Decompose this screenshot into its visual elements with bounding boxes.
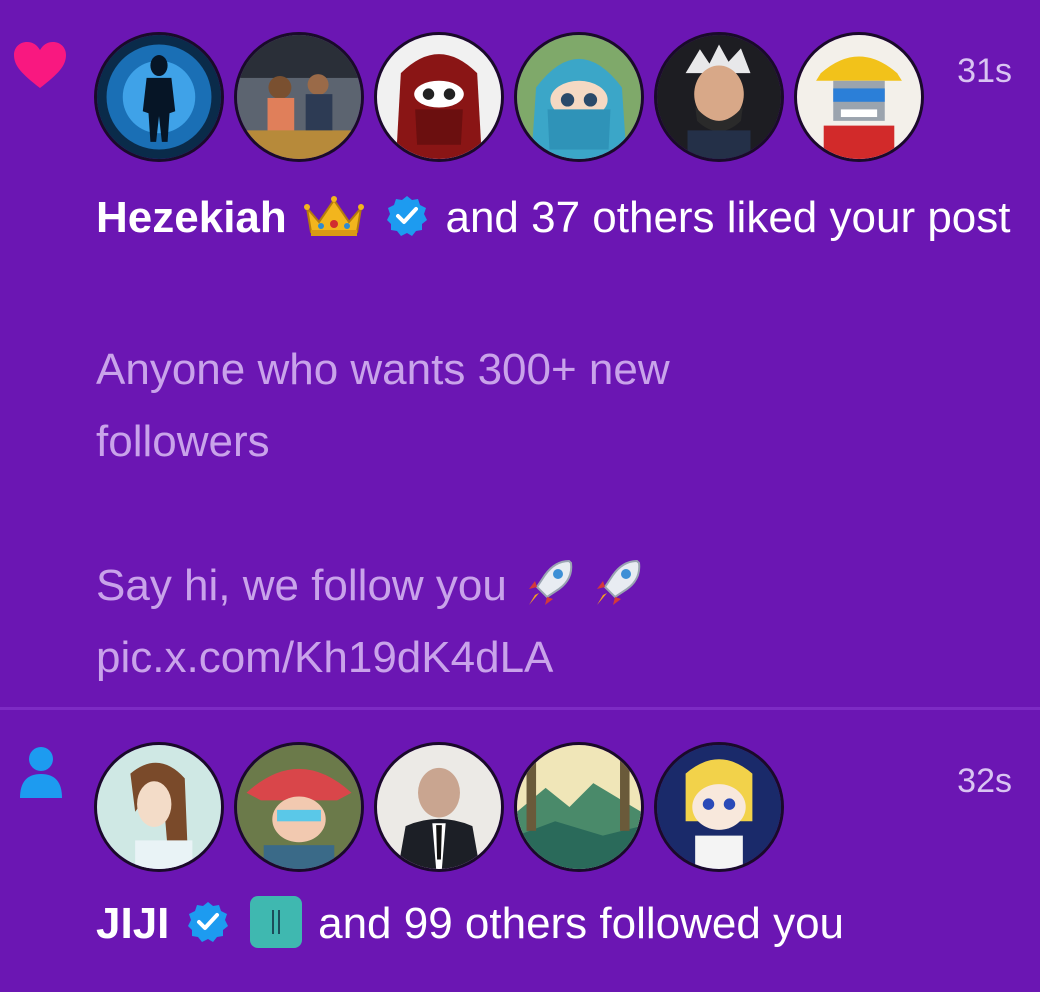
liker-avatars [94, 32, 924, 162]
person-icon [20, 747, 62, 798]
notification-like[interactable]: 31s Hezekiah and 37 others liked your po… [0, 0, 1040, 708]
avatar[interactable] [94, 742, 224, 872]
avatar[interactable] [94, 32, 224, 162]
rocket-emoji-icon [597, 560, 641, 606]
post-link[interactable]: pic.x.com/Kh19dK4dLA [96, 622, 996, 694]
user-name[interactable]: Hezekiah [96, 193, 287, 242]
post-preview[interactable]: Anyone who wants 300+ new followers Say … [96, 334, 996, 694]
follower-avatars [94, 742, 784, 872]
app-badge-icon [249, 896, 302, 949]
avatar[interactable] [374, 32, 504, 162]
verified-badge-icon [387, 196, 428, 237]
avatar[interactable] [374, 742, 504, 872]
notifications-feed: 31s Hezekiah and 37 others liked your po… [0, 0, 1040, 992]
avatar[interactable] [514, 32, 644, 162]
timestamp: 32s [957, 762, 1012, 800]
post-line-blank [96, 478, 996, 550]
action-text: and 37 others liked your post [445, 193, 1011, 242]
avatar[interactable] [234, 742, 364, 872]
rocket-emoji-icon [529, 560, 573, 606]
heart-icon [14, 42, 66, 88]
avatar[interactable] [234, 32, 364, 162]
avatar[interactable] [794, 32, 924, 162]
avatar[interactable] [654, 742, 784, 872]
post-line: Anyone who wants 300+ new [96, 345, 670, 394]
avatar[interactable] [514, 742, 644, 872]
crown-emoji-icon [304, 196, 364, 237]
post-line: Say hi, we follow you [96, 561, 507, 610]
verified-badge-icon [187, 902, 228, 943]
timestamp: 31s [957, 52, 1012, 90]
notification-headline: Hezekiah and 37 others liked your post [96, 182, 1016, 254]
user-name[interactable]: JIJI [96, 899, 169, 948]
action-text: and 99 others followed you [318, 899, 845, 948]
avatar[interactable] [654, 32, 784, 162]
notification-headline: JIJI and 99 others followed you [96, 888, 1016, 960]
post-line-with-emoji: Say hi, we follow you [96, 550, 996, 622]
post-line: followers [96, 417, 270, 466]
